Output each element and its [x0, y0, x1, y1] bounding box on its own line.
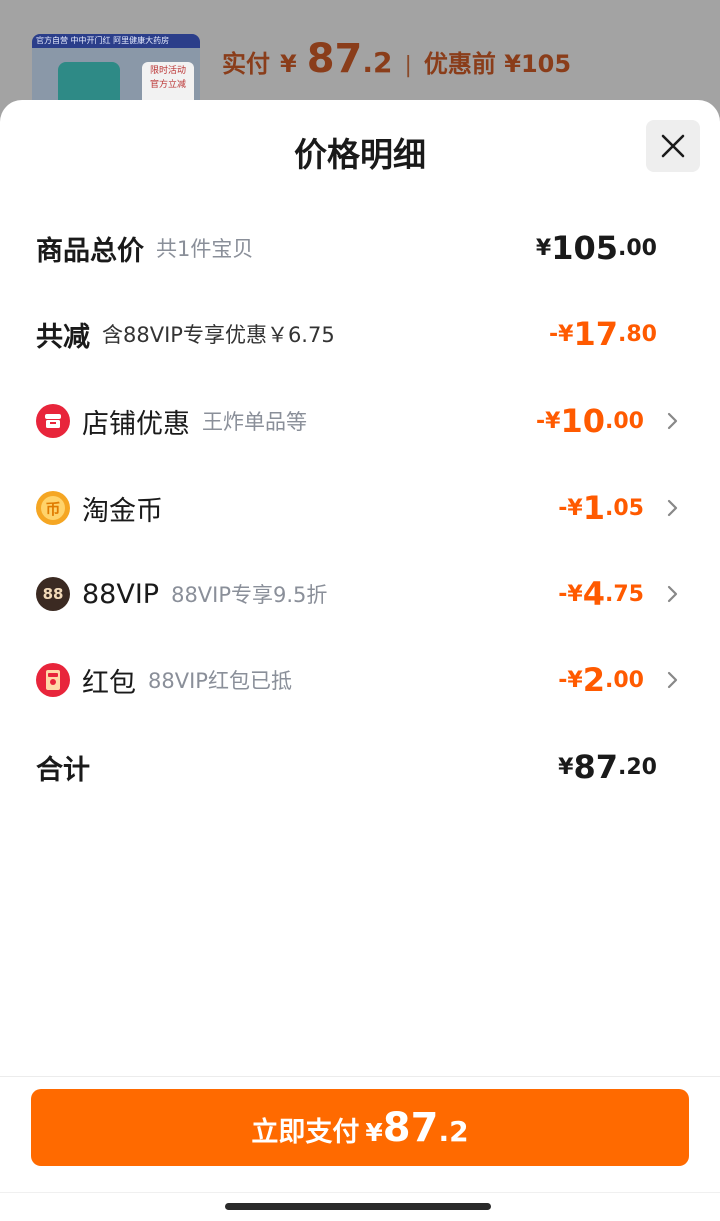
store-discount-label: 店铺优惠 — [82, 408, 190, 440]
vip-sub: 88VIP专享9.5折 — [171, 583, 328, 607]
pay-currency: ¥ — [365, 1118, 383, 1147]
amount-dec: .00 — [618, 235, 657, 261]
thumbnail-tag: 官方自营 中中开门红 阿里健康大药房 — [32, 34, 200, 48]
background-price: 实付 ¥ 87 .2 | 优惠前 ¥105 — [222, 36, 571, 82]
pay-now-button[interactable]: 立即支付 ¥ 87 .2 — [31, 1089, 689, 1166]
vip-amount: -¥ 4.75 — [558, 564, 644, 624]
amount-int: 1 — [582, 489, 606, 527]
sheet-title: 价格明细 — [294, 135, 426, 174]
red-packet-sub: 88VIP红包已抵 — [148, 669, 292, 693]
price-detail-sheet: 价格明细 商品总价 共1件宝贝 ¥105.00 共减 含88VIP专享优惠￥6.… — [0, 100, 720, 1221]
tao-coin-amount: -¥ 1.05 — [558, 478, 644, 538]
pay-dec: .2 — [438, 1115, 469, 1148]
red-packet-icon — [36, 663, 70, 697]
pay-int: 87 — [382, 1105, 439, 1151]
tao-coin-label: 淘金币 — [82, 495, 163, 527]
red-packet-amount: -¥ 2.00 — [558, 650, 644, 710]
vip88-icon: 88 — [36, 577, 70, 611]
amount-int: 4 — [582, 575, 606, 613]
close-icon — [661, 134, 685, 158]
amount-currency: ¥ — [558, 754, 574, 780]
pay-label: 立即支付 — [251, 1117, 360, 1148]
original-price: 优惠前 ¥105 — [423, 50, 572, 78]
amount-dec: .80 — [618, 321, 657, 347]
row-total-price: 商品总价 共1件宝贝 ¥105.00 — [0, 218, 720, 278]
red-packet-label: 红包 — [82, 667, 136, 699]
amount-dec: .00 — [605, 667, 644, 693]
amount-dec: .75 — [605, 581, 644, 607]
store-icon — [36, 404, 70, 438]
price-separator: | — [404, 53, 412, 78]
amount-int: 105 — [551, 229, 619, 267]
coin-glyph: 币 — [41, 496, 65, 520]
sum-label: 合计 — [36, 754, 90, 786]
amount-currency: -¥ — [549, 321, 574, 347]
amount-dec: .00 — [605, 408, 644, 434]
coin-icon: 币 — [36, 491, 70, 525]
paid-yuan: ¥ — [280, 50, 297, 78]
amount-currency: -¥ — [558, 667, 583, 693]
bottom-strip — [0, 1192, 720, 1193]
reduction-amount: -¥ 17.80 — [549, 304, 657, 364]
total-price-label: 商品总价 — [36, 235, 144, 267]
amount-dec: .20 — [618, 754, 657, 780]
chevron-right-icon — [667, 585, 678, 603]
reduction-sub: 含88VIP专享优惠￥6.75 — [102, 323, 335, 347]
row-total-reduction: 共减 含88VIP专享优惠￥6.75 -¥ 17.80 — [0, 304, 720, 364]
paid-label: 实付 — [222, 50, 270, 78]
promo-badge-line1: 限时活动 — [149, 66, 186, 76]
amount-currency: -¥ — [558, 495, 583, 521]
store-discount-amount: -¥ 10.00 — [536, 391, 644, 451]
amount-currency: ¥ — [535, 235, 552, 261]
row-red-packet[interactable]: 红包 88VIP红包已抵 -¥ 2.00 — [0, 650, 720, 710]
amount-int: 87 — [573, 748, 619, 786]
row-88vip[interactable]: 88 88VIP 88VIP专享9.5折 -¥ 4.75 — [0, 564, 720, 624]
row-tao-coin[interactable]: 币 淘金币 -¥ 1.05 — [0, 478, 720, 538]
total-price-sub: 共1件宝贝 — [156, 237, 254, 261]
vip-label: 88VIP — [82, 578, 160, 610]
reduction-label: 共减 — [36, 321, 90, 353]
row-sum: 合计 ¥87.20 — [0, 737, 720, 797]
chevron-right-icon — [667, 412, 678, 430]
bottom-divider — [0, 1076, 720, 1077]
store-glyph — [45, 414, 61, 428]
vip88-glyph: 88 — [42, 585, 64, 603]
chevron-right-icon — [667, 671, 678, 689]
amount-int: 2 — [582, 661, 606, 699]
close-button[interactable] — [646, 120, 700, 172]
paid-int: 87 — [306, 36, 363, 82]
amount-int: 17 — [573, 315, 619, 353]
amount-currency: -¥ — [558, 581, 583, 607]
row-store-discount[interactable]: 店铺优惠 王炸单品等 -¥ 10.00 — [0, 391, 720, 451]
chevron-right-icon — [667, 499, 678, 517]
paid-dec: .2 — [362, 46, 393, 79]
home-indicator[interactable] — [225, 1203, 491, 1210]
red-packet-glyph — [46, 670, 60, 690]
promo-badge-line2: 官方立减 — [149, 80, 186, 90]
sum-amount: ¥87.20 — [558, 737, 657, 797]
amount-int: 10 — [560, 402, 606, 440]
amount-dec: .05 — [605, 495, 644, 521]
store-discount-sub: 王炸单品等 — [202, 410, 307, 434]
total-price-amount: ¥105.00 — [536, 218, 657, 278]
amount-currency: -¥ — [536, 408, 561, 434]
